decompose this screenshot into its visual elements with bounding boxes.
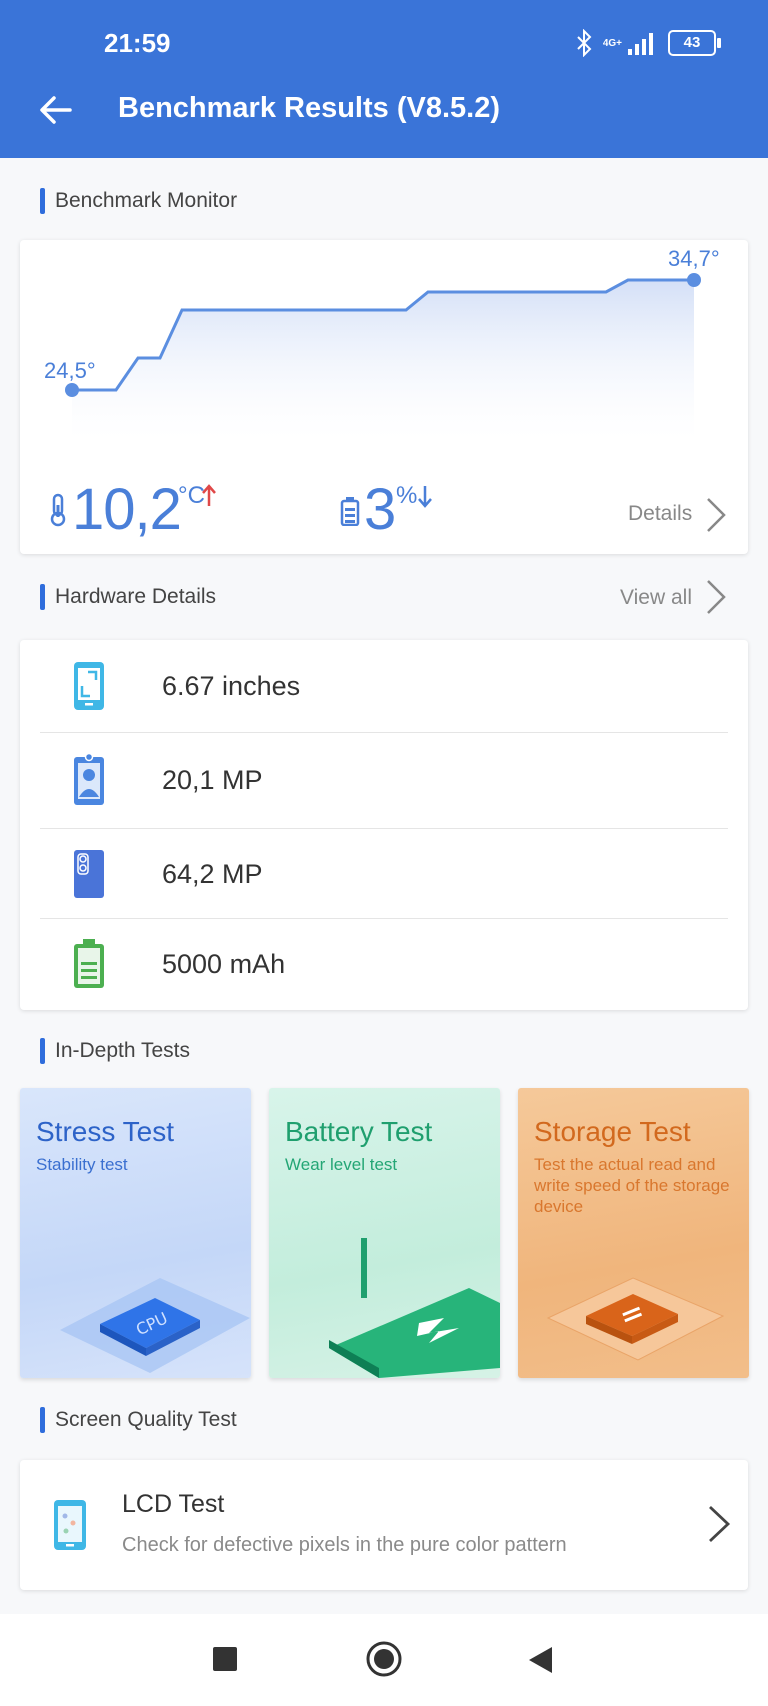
system-navigation-bar: [0, 1614, 768, 1706]
network-type-label: 4G+: [602, 37, 622, 49]
section-title: Benchmark Monitor: [55, 189, 238, 212]
chevron-right-icon: [707, 580, 726, 614]
back-button[interactable]: [528, 1646, 554, 1674]
recent-apps-button[interactable]: [212, 1646, 238, 1672]
chart-end-label: 34,7°: [668, 246, 720, 271]
status-icons: 4G+ 43: [575, 26, 721, 60]
temperature-chart: [65, 273, 701, 440]
hardware-value: 20,1 MP: [162, 764, 263, 795]
hardware-row: 5000 mAh: [40, 918, 748, 1010]
hardware-row: 20,1 MP: [40, 734, 748, 826]
battery-level-icon: [340, 497, 360, 526]
section-marker: [40, 188, 45, 214]
temperature-unit: °C: [178, 482, 205, 509]
details-label: Details: [628, 502, 693, 525]
view-all-label: View all: [620, 586, 692, 609]
section-title: Screen Quality Test: [55, 1408, 237, 1431]
details-link[interactable]: Details: [628, 498, 740, 534]
status-time: 21:59: [104, 28, 171, 58]
lcd-test-description: Check for defective pixels in the pure c…: [122, 1534, 567, 1556]
section-marker: [40, 584, 45, 610]
battery-delta-value: 3: [364, 477, 396, 542]
stress-test-card[interactable]: Stress Test Stability test CPU: [20, 1088, 251, 1378]
battery-down-arrow-icon: [418, 486, 432, 508]
benchmark-monitor-card: 24,5° 34,7° 10,2 °C 3 % Details: [20, 240, 748, 554]
cpu-illustration-icon: CPU: [60, 1278, 250, 1373]
hardware-details-card: 6.67 inches 20,1 MP 64,2 MP 5000 mAh: [20, 640, 748, 1010]
test-subtitle: Test the actual read and write speed of …: [534, 1155, 730, 1216]
chevron-right-icon: [707, 498, 726, 532]
chart-area: [72, 280, 694, 440]
storage-illustration-icon: [546, 1277, 725, 1361]
battery-test-card[interactable]: Battery Test Wear level test: [269, 1088, 500, 1378]
temperature-delta-value: 10,2: [72, 477, 182, 542]
temperature-up-arrow-icon: [202, 484, 216, 506]
thermometer-icon: [50, 493, 66, 527]
hardware-value: 64,2 MP: [162, 858, 263, 889]
test-title: Battery Test: [285, 1116, 433, 1147]
hardware-value: 6.67 inches: [162, 670, 301, 701]
storage-test-card[interactable]: Storage Test Test the actual read and wr…: [518, 1088, 749, 1378]
page-title: Benchmark Results (V8.5.2): [118, 92, 500, 124]
lcd-test-icon: [54, 1500, 86, 1550]
back-arrow-icon[interactable]: [38, 92, 74, 128]
section-title: Hardware Details: [55, 585, 217, 608]
section-benchmark-monitor: Benchmark Monitor: [40, 188, 237, 214]
battery-illustration-icon: [329, 1238, 500, 1378]
rear-camera-icon: [74, 850, 104, 898]
hardware-value: 5000 mAh: [162, 948, 286, 979]
section-marker: [40, 1407, 45, 1433]
section-screen-quality-test: Screen Quality Test: [40, 1407, 237, 1433]
front-camera-icon: [74, 753, 104, 805]
chevron-right-icon[interactable]: [706, 1504, 732, 1544]
test-title: Storage Test: [534, 1116, 691, 1147]
status-bar: 21:59 4G+ 43: [0, 0, 768, 88]
divider: [40, 732, 728, 733]
battery-status-icon: 43: [668, 30, 721, 56]
home-button[interactable]: [365, 1640, 403, 1678]
section-in-depth-tests: In-Depth Tests: [40, 1038, 190, 1064]
chart-start-point: [65, 383, 79, 397]
test-title: Stress Test: [36, 1116, 174, 1147]
hardware-row: 6.67 inches: [40, 640, 748, 732]
chart-end-point: [687, 273, 701, 287]
section-hardware-details: Hardware Details: [40, 584, 216, 610]
view-all-link[interactable]: View all: [620, 578, 730, 616]
test-subtitle: Wear level test: [285, 1155, 398, 1174]
battery-icon: [74, 939, 104, 988]
test-subtitle: Stability test: [36, 1155, 128, 1174]
lcd-test-card[interactable]: LCD Test Check for defective pixels in t…: [20, 1460, 748, 1590]
section-title: In-Depth Tests: [55, 1039, 191, 1062]
screen-size-icon: [74, 662, 104, 710]
chart-start-label: 24,5°: [44, 358, 96, 383]
hardware-row: 64,2 MP: [40, 828, 748, 920]
battery-unit: %: [396, 482, 418, 509]
lcd-test-title: LCD Test: [122, 1490, 225, 1518]
section-marker: [40, 1038, 45, 1064]
bluetooth-icon: [577, 29, 592, 57]
signal-icon: [628, 33, 653, 55]
